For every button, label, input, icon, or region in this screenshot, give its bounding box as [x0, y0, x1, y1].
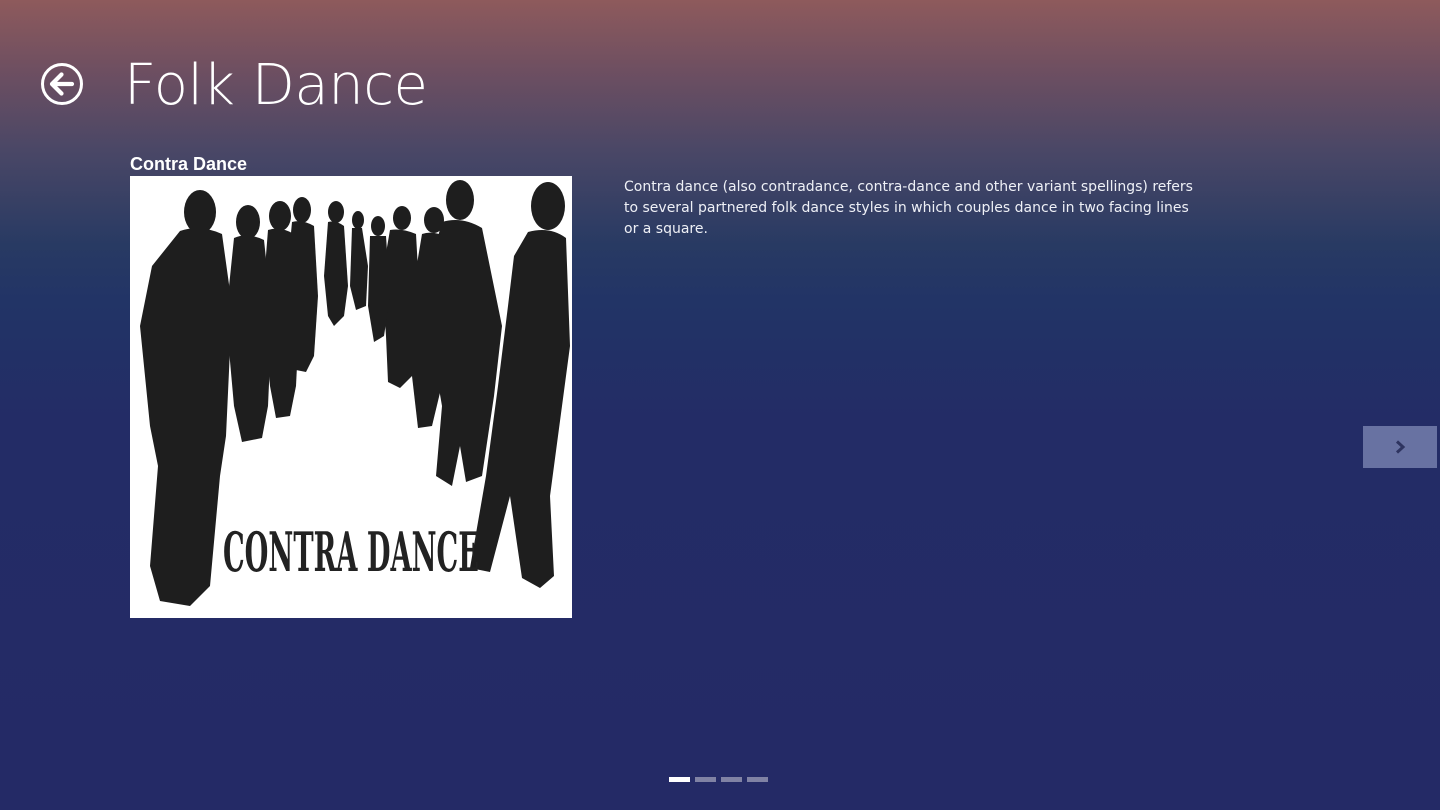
item-image: CONTRA DANCE [130, 176, 572, 618]
item-description: Contra dance (also contradance, contra-d… [624, 179, 1193, 237]
back-button[interactable] [40, 62, 84, 106]
next-button[interactable] [1363, 426, 1437, 468]
page-indicator-item[interactable] [669, 777, 690, 782]
item-title: Contra Dance [130, 154, 248, 174]
back-arrow-circle-icon [41, 63, 83, 105]
page-title: Folk Dance [124, 53, 428, 118]
page-indicator [669, 777, 768, 783]
page-indicator-item[interactable] [747, 777, 768, 782]
contra-dance-illustration: CONTRA DANCE [130, 176, 572, 618]
page-indicator-item[interactable] [695, 777, 716, 782]
page-indicator-item[interactable] [721, 777, 742, 782]
image-caption: CONTRA DANCE [223, 520, 479, 584]
chevron-right-icon [1395, 440, 1406, 454]
